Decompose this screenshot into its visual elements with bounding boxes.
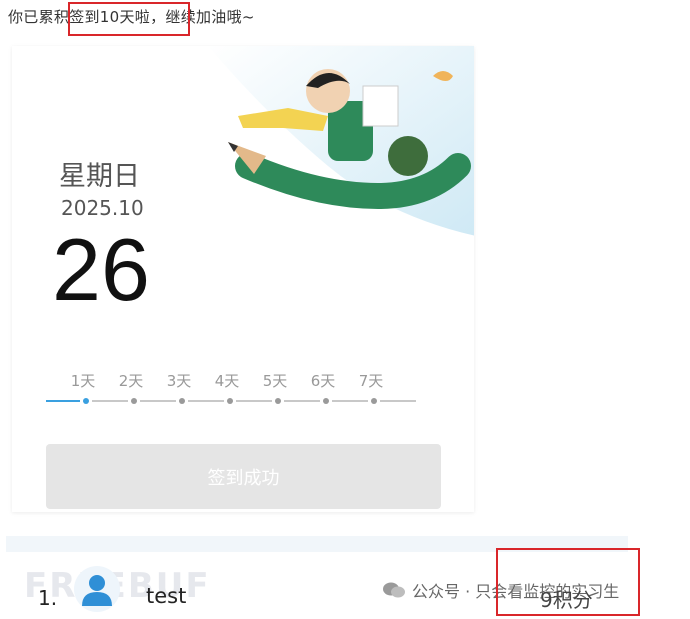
progress-day-label: 7天: [358, 372, 384, 390]
progress-day-label: 4天: [214, 372, 240, 390]
progress-dot: [275, 398, 281, 404]
signin-card: 星期日 2025.10 26 1天 2天 3天 4天 5天 6天 7天 签到成功: [12, 46, 474, 512]
weekday-label: 星期日: [59, 161, 140, 192]
progress-dot: [131, 398, 137, 404]
rank-username: test: [146, 584, 187, 608]
progress-dot: [83, 398, 89, 404]
progress-segment: [188, 400, 224, 402]
highlight-box-streak: [68, 2, 190, 36]
progress-day-label: 2天: [118, 372, 144, 390]
year-month-label: 2025.10: [61, 196, 144, 220]
user-avatar-icon: [74, 566, 120, 612]
progress-day-label: 5天: [262, 372, 288, 390]
highlight-box-points: [496, 548, 640, 616]
progress-segment: [140, 400, 176, 402]
signin-button[interactable]: 签到成功: [46, 444, 441, 509]
rank-number: 1.: [38, 586, 58, 610]
progress-day-label: 6天: [310, 372, 336, 390]
progress-segment: [332, 400, 368, 402]
progress-segment: [284, 400, 320, 402]
day-number: 26: [52, 220, 150, 319]
banner-illustration: [208, 46, 474, 236]
progress-segment: [380, 400, 416, 402]
progress-dot: [371, 398, 377, 404]
progress-segment: [46, 400, 80, 402]
progress-day-label: 1天: [70, 372, 96, 390]
progress-segment: [236, 400, 272, 402]
progress-dot: [227, 398, 233, 404]
wechat-icon: [383, 582, 405, 598]
progress-segment: [92, 400, 128, 402]
checkin-progress: 1天 2天 3天 4天 5天 6天 7天: [46, 370, 416, 410]
progress-day-label: 3天: [166, 372, 192, 390]
progress-dot: [179, 398, 185, 404]
progress-dot: [323, 398, 329, 404]
